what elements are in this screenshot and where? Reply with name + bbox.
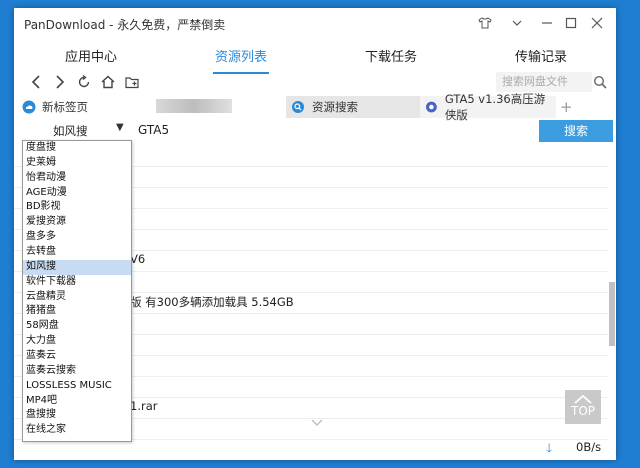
tab-label: 资源搜索 (312, 100, 358, 114)
tab-new-page[interactable]: 新标签页 (22, 96, 88, 118)
engine-dropdown: 度盘搜 史莱姆 怡君动漫 AGE动漫 BD影视 爱搜资源 盘多多 去转盘 如风搜 软件下载器 云盘精… (22, 140, 132, 442)
tab-gta5[interactable]: GTA5 v1.36高压游侠版 (420, 92, 556, 122)
scroll-thumb[interactable] (609, 282, 615, 346)
tab-label: 新标签页 (42, 100, 88, 114)
forward-icon[interactable] (50, 72, 70, 92)
dropdown-option[interactable]: 爱搜资源 (23, 215, 131, 230)
result-text: V6 (130, 252, 146, 266)
file-search-input[interactable]: 搜索网盘文件 (496, 72, 592, 92)
browser-tab-bar: 新标签页 资源搜索 GTA5 v1.36高压游侠版 + (14, 92, 616, 122)
add-tab-button[interactable]: + (560, 96, 573, 118)
caret-down-icon[interactable]: ▼ (116, 122, 124, 133)
cloud-icon (22, 100, 36, 114)
dropdown-option[interactable]: BD影视 (23, 200, 131, 215)
tab-transfer-records[interactable]: 传输记录 (466, 46, 616, 72)
dropdown-option[interactable]: LOSSLESS MUSIC (23, 379, 131, 394)
shirt-icon[interactable] (474, 12, 496, 34)
search-button[interactable]: 搜索 (539, 120, 613, 142)
dropdown-option[interactable]: 怡君动漫 (23, 171, 131, 186)
dropdown-option[interactable]: 蓝奏云搜索 (23, 364, 131, 379)
dropdown-option[interactable]: 蓝奏云 (23, 349, 131, 364)
dropdown-option[interactable]: 度盘搜 (23, 141, 131, 156)
search-icon[interactable] (590, 72, 610, 92)
refresh-icon[interactable] (74, 72, 94, 92)
app-window: PanDownload - 永久免费，严禁倒卖 应用中心 资源列表 下载任务 传… (14, 8, 616, 460)
dropdown-option[interactable]: 盘搜搜 (23, 408, 131, 423)
close-icon[interactable] (586, 12, 608, 34)
search-icon (292, 101, 304, 113)
title-bar: PanDownload - 永久免费，严禁倒卖 (14, 8, 616, 38)
tab-resource-search[interactable]: 资源搜索 (286, 96, 420, 118)
dropdown-option[interactable]: 如风搜 (23, 259, 131, 275)
result-text: 1.rar (130, 399, 158, 413)
window-title: PanDownload - 永久免费，严禁倒卖 (24, 18, 226, 32)
minimize-icon[interactable] (536, 12, 558, 34)
scroll-top-button[interactable]: TOP (565, 390, 601, 424)
scrollbar[interactable] (608, 144, 616, 436)
result-text: 版 有300多辆添加载具 5.54GB (130, 295, 294, 309)
download-arrow-icon: 🡓 (546, 441, 553, 455)
dropdown-option[interactable]: 盘多多 (23, 230, 131, 245)
back-icon[interactable] (26, 72, 46, 92)
blurred-region (156, 99, 232, 113)
chevron-up-icon (574, 394, 592, 404)
search-query-input[interactable]: GTA5 (138, 123, 169, 137)
search-row: 如风搜 ▼ GTA5 搜索 (14, 120, 616, 142)
dropdown-option[interactable]: AGE动漫 (23, 186, 131, 201)
dropdown-option[interactable]: 去转盘 (23, 245, 131, 260)
chevron-down-icon[interactable] (506, 12, 528, 34)
engine-select[interactable]: 如风搜 (53, 123, 88, 139)
tab-resource-list[interactable]: 资源列表 (166, 46, 316, 74)
dropdown-option[interactable]: 猪猪盘 (23, 304, 131, 319)
dropdown-option[interactable]: MP4吧 (23, 394, 131, 409)
maximize-icon[interactable] (560, 12, 582, 34)
dropdown-option[interactable]: 58网盘 (23, 319, 131, 334)
dropdown-option[interactable]: 在线之家 (23, 423, 131, 438)
dropdown-option[interactable]: 云盘精灵 (23, 290, 131, 305)
dropdown-option[interactable]: 软件下载器 (23, 275, 131, 290)
tab-download-tasks[interactable]: 下载任务 (316, 46, 466, 72)
dropdown-option[interactable]: 史莱姆 (23, 156, 131, 171)
home-icon[interactable] (98, 72, 118, 92)
download-speed: 0B/s (576, 440, 602, 454)
dropdown-option[interactable]: 大力盘 (23, 334, 131, 349)
chevron-down-icon[interactable] (310, 416, 324, 432)
site-icon (426, 101, 437, 113)
tab-app-center[interactable]: 应用中心 (16, 46, 166, 72)
tab-label: GTA5 v1.36高压游侠版 (444, 92, 546, 122)
new-folder-icon[interactable] (122, 72, 142, 92)
top-label: TOP (570, 404, 595, 418)
